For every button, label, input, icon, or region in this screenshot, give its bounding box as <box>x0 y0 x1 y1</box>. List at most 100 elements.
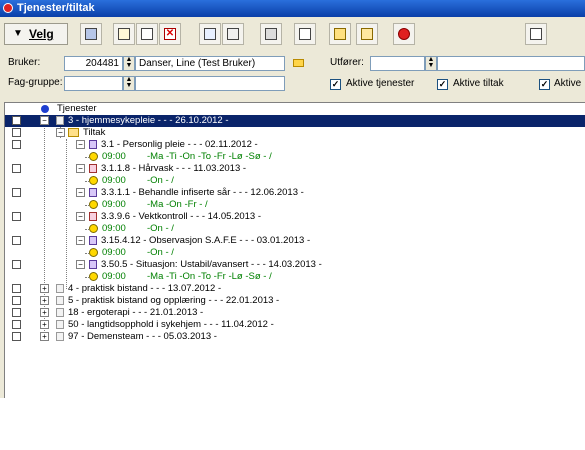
row-checkbox[interactable] <box>12 320 21 329</box>
aktive-tiltak-label: Aktive tiltak <box>453 78 504 89</box>
row-checkbox[interactable] <box>12 236 21 245</box>
velg-label: Velg <box>29 27 54 41</box>
schedule-row[interactable]: 09:00 -On - / <box>5 247 585 259</box>
collapse-icon[interactable]: − <box>76 140 85 149</box>
bruker-spinner[interactable]: ▲ ▼ <box>123 56 135 71</box>
exit-button[interactable] <box>80 23 102 45</box>
clock-icon <box>89 272 98 281</box>
row-checkbox[interactable] <box>12 284 21 293</box>
service-row[interactable]: + 18 - ergoterapi - - - 21.01.2013 - <box>5 307 585 319</box>
tiltak-group-row[interactable]: − Tiltak <box>5 127 585 139</box>
collapse-icon[interactable]: − <box>76 236 85 245</box>
print-button[interactable] <box>260 23 282 45</box>
service-row[interactable]: + 97 - Demensteam - - - 05.03.2013 - <box>5 331 585 343</box>
measure-row[interactable]: − 3.1 - Personlig pleie - - - 02.11.2012… <box>5 139 585 151</box>
collapse-icon[interactable]: − <box>76 188 85 197</box>
list-button[interactable] <box>199 23 221 45</box>
service-label: 4 - praktisk bistand - - - 13.07.2012 - <box>68 283 222 294</box>
collapse-icon[interactable]: − <box>40 116 49 125</box>
measure-title: 3.3.1.1 - Behandle infiserte sår - - - 1… <box>101 187 304 198</box>
new-icon <box>118 28 130 40</box>
delete-button[interactable]: ✕ <box>159 23 181 45</box>
list-icon <box>204 28 216 40</box>
aktive-tiltak-checkbox[interactable]: ✓ <box>437 79 448 90</box>
schedule-time: 09:00 <box>102 247 126 258</box>
measure-title: 3.15.4.12 - Observasjon S.A.F.E - - - 03… <box>101 235 311 246</box>
service-row-selected[interactable]: − 3 - hjemmesykepleie - - - 26.10.2012 - <box>5 115 585 127</box>
row-checkbox[interactable] <box>12 116 21 125</box>
copy-button[interactable] <box>294 23 316 45</box>
window-title: Tjenester/tiltak <box>17 2 95 14</box>
mail-icon[interactable] <box>293 59 304 67</box>
faggruppe-field[interactable] <box>64 76 123 91</box>
collapse-icon[interactable]: − <box>56 128 65 137</box>
schedule-row[interactable]: 09:00 -On - / <box>5 175 585 187</box>
clock-icon <box>89 248 98 257</box>
velg-button[interactable]: ▼ Velg <box>4 23 68 45</box>
service-row[interactable]: + 5 - praktisk bistand og opplæring - - … <box>5 295 585 307</box>
service-label: 5 - praktisk bistand og opplæring - - - … <box>68 295 280 306</box>
expand-icon[interactable]: + <box>40 284 49 293</box>
bruker-id-field[interactable]: 204481 <box>64 56 123 71</box>
row-checkbox[interactable] <box>12 332 21 341</box>
app-icon <box>3 3 13 13</box>
report-icon <box>334 28 346 40</box>
collapse-icon[interactable]: − <box>76 260 85 269</box>
stop-icon <box>398 28 410 40</box>
collapse-icon[interactable]: − <box>76 164 85 173</box>
stop-button[interactable] <box>393 23 415 45</box>
clipboard-icon <box>530 28 542 40</box>
schedule-row[interactable]: 09:00 -Ma -Ti -On -To -Fr -Lø -Sø - / <box>5 271 585 283</box>
utforer-name-field <box>437 56 585 71</box>
document-icon <box>56 296 64 305</box>
filter-fields: Bruker: 204481 ▲ ▼ Danser, Line (Test Bru… <box>0 55 585 100</box>
row-checkbox[interactable] <box>12 128 21 137</box>
measure-row[interactable]: − 3.3.1.1 - Behandle infiserte sår - - -… <box>5 187 585 199</box>
row-checkbox[interactable] <box>12 188 21 197</box>
new-button[interactable] <box>113 23 135 45</box>
expand-icon[interactable]: + <box>40 320 49 329</box>
aktive-tjenester-checkbox[interactable]: ✓ <box>330 79 341 90</box>
row-checkbox[interactable] <box>12 140 21 149</box>
calendar-icon <box>89 236 97 245</box>
schedule-row[interactable]: 09:00 -On - / <box>5 223 585 235</box>
tree-root[interactable]: Tjenester <box>5 103 585 115</box>
clock-icon <box>89 176 98 185</box>
sort-button[interactable] <box>222 23 244 45</box>
tree-root-label: Tjenester <box>57 103 97 114</box>
expand-icon[interactable]: + <box>40 296 49 305</box>
row-checkbox[interactable] <box>12 308 21 317</box>
calendar-icon <box>89 164 97 173</box>
measure-row[interactable]: − 3.1.1.8 - Hårvask - - - 11.03.2013 - <box>5 163 585 175</box>
collapse-icon[interactable]: − <box>76 212 85 221</box>
expand-icon[interactable]: + <box>40 332 49 341</box>
report-button[interactable] <box>329 23 351 45</box>
service-label: 3 - hjemmesykepleie - - - 26.10.2012 - <box>68 115 229 126</box>
services-tree: Tjenester − 3 - hjemmesykepleie - - - 26… <box>4 102 585 398</box>
schedule-row[interactable]: 09:00 -Ma -Ti -On -To -Fr -Lø -Sø - / <box>5 151 585 163</box>
delete-icon: ✕ <box>164 28 176 40</box>
aktive-checkbox[interactable]: ✓ <box>539 79 550 90</box>
calendar-icon <box>89 140 97 149</box>
document-icon <box>56 332 64 341</box>
clipboard-button[interactable] <box>525 23 547 45</box>
faggruppe-spinner[interactable]: ▲ ▼ <box>123 76 135 91</box>
utforer-spinner[interactable]: ▲ ▼ <box>425 56 437 71</box>
service-row[interactable]: + 4 - praktisk bistand - - - 13.07.2012 … <box>5 283 585 295</box>
export-button[interactable] <box>356 23 378 45</box>
service-row[interactable]: + 50 - langtidsopphold i sykehjem - - - … <box>5 319 585 331</box>
expand-icon[interactable]: + <box>40 308 49 317</box>
tiltak-label: Tiltak <box>83 127 106 138</box>
utforer-field[interactable] <box>370 56 425 71</box>
measure-row[interactable]: − 3.3.9.6 - Vektkontroll - - - 14.05.201… <box>5 211 585 223</box>
row-checkbox[interactable] <box>12 296 21 305</box>
row-checkbox[interactable] <box>12 212 21 221</box>
edit-button[interactable] <box>136 23 158 45</box>
row-checkbox[interactable] <box>12 260 21 269</box>
measure-row[interactable]: − 3.15.4.12 - Observasjon S.A.F.E - - - … <box>5 235 585 247</box>
row-checkbox[interactable] <box>12 164 21 173</box>
schedule-row[interactable]: 09:00 -Ma -On -Fr - / <box>5 199 585 211</box>
measure-row[interactable]: − 3.50.5 - Situasjon: Ustabil/avansert -… <box>5 259 585 271</box>
root-node-icon <box>41 105 49 113</box>
tjenester-tiltak-window: Tjenester/tiltak ▼ Velg ✕ Bruker: 204481… <box>0 0 585 398</box>
